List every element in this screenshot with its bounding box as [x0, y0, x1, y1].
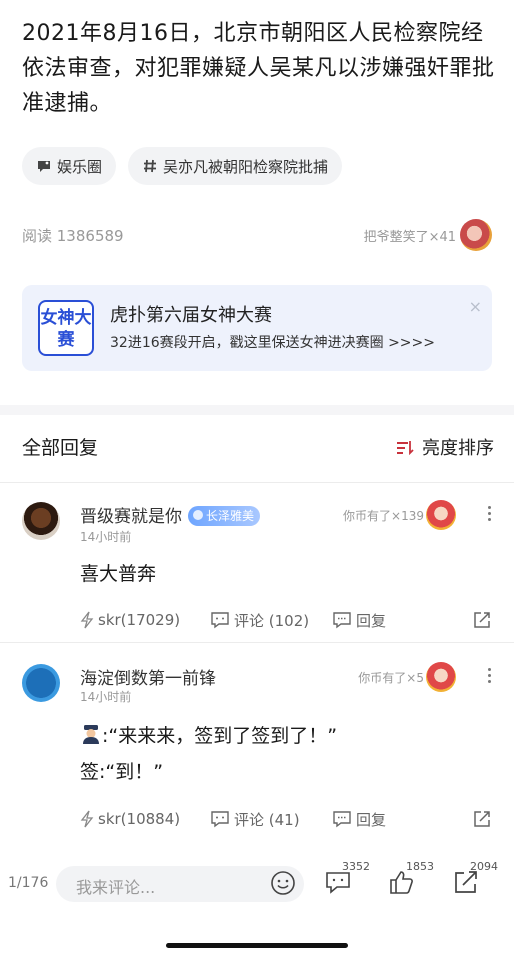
tag-label: 娱乐圈	[57, 157, 103, 176]
comments-icon	[324, 872, 352, 900]
comments-count: 3352	[342, 860, 370, 873]
reply-icon	[332, 810, 352, 828]
share-bottom-button[interactable]: 2094	[452, 860, 498, 900]
chat-bubble-icon	[36, 158, 52, 174]
article-meta: 阅读 1386589 把爷整笑了×41	[22, 219, 492, 251]
badge-label: 长泽雅美	[206, 509, 255, 523]
reply-button[interactable]: 回复	[332, 610, 412, 631]
banner-title: 虎扑第六届女神大赛	[110, 305, 272, 326]
emoji-icon[interactable]	[270, 870, 296, 900]
comment-line: 签:“到！”	[80, 761, 164, 783]
replies-title: 全部回复	[22, 437, 99, 459]
skr-button[interactable]: skr(17029)	[80, 611, 210, 629]
sort-icon	[396, 439, 414, 455]
user-badge: 长泽雅美	[188, 506, 261, 526]
tag-entertainment[interactable]: 娱乐圈	[22, 147, 117, 185]
promo-banner[interactable]: 女神大赛 虎扑第六届女神大赛 32进16赛段开启，戳这里保送女神进决赛圈 >>>…	[22, 285, 492, 371]
avatar[interactable]	[22, 664, 60, 702]
comment-time: 14小时前	[80, 530, 132, 544]
comment-count: 评论 (41)	[234, 810, 300, 829]
contest-logo: 女神大赛	[38, 300, 94, 356]
share-button[interactable]	[472, 809, 496, 829]
section-divider	[0, 405, 514, 415]
comment-reaction[interactable]: 你币有了×5	[358, 662, 456, 692]
comment-button[interactable]: 评论 (41)	[210, 809, 332, 830]
hashtag-icon	[142, 158, 158, 174]
share-button[interactable]	[472, 610, 496, 630]
home-indicator[interactable]	[166, 943, 348, 948]
bottom-bar: 1/176 我来评论... 3352 1853 2094	[0, 860, 514, 910]
police-officer-icon	[83, 725, 99, 744]
comments-button[interactable]: 3352	[324, 860, 370, 900]
reaction-avatar	[426, 662, 456, 692]
replies-header: 全部回复 亮度排序	[22, 433, 494, 460]
reaction-avatar	[426, 500, 456, 530]
likes-count: 1853	[406, 860, 434, 873]
tag-label: 吴亦凡被朝阳检察院批捕	[163, 157, 329, 176]
article-reaction[interactable]: 把爷整笑了×41	[364, 219, 492, 251]
banner-subtitle: 32进16赛段开启，戳这里保送女神进决赛圈 >>>>	[110, 335, 435, 351]
comment-author[interactable]: 晋级赛就是你 长泽雅美	[80, 502, 261, 527]
reply-label: 回复	[356, 611, 387, 630]
reaction-text: 把爷整笑了×41	[363, 229, 456, 245]
skr-button[interactable]: skr(10884)	[80, 810, 210, 828]
comment-placeholder: 我来评论...	[76, 878, 156, 897]
comment-icon	[210, 810, 230, 828]
more-icon[interactable]	[488, 668, 492, 686]
sort-button[interactable]: 亮度排序	[396, 434, 494, 460]
reply-label: 回复	[356, 810, 387, 829]
shares-count: 2094	[470, 860, 498, 873]
lightning-icon	[80, 810, 94, 828]
share-icon	[452, 871, 480, 900]
like-button[interactable]: 1853	[388, 860, 434, 900]
reply-button[interactable]: 回复	[332, 809, 412, 830]
reaction-text: 你币有了×5	[358, 670, 424, 685]
tag-topic[interactable]: 吴亦凡被朝阳检察院批捕	[128, 147, 343, 185]
author-name: 晋级赛就是你	[80, 507, 182, 527]
reply-icon	[332, 611, 352, 629]
share-icon	[472, 610, 492, 630]
comment-body: :“来来来，签到了签到了！” 签:“到！”	[80, 718, 337, 790]
reaction-avatar	[460, 219, 492, 251]
thumbs-up-icon	[388, 871, 416, 900]
sort-label: 亮度排序	[422, 437, 494, 459]
read-count: 阅读 1386589	[22, 226, 124, 245]
skr-count: skr(10884)	[98, 810, 181, 828]
article-text: 2021年8月16日，北京市朝阳区人民检察院经依法审查，对犯罪嫌疑人吴某凡以涉嫌…	[22, 21, 495, 116]
comment-count: 评论 (102)	[234, 611, 310, 630]
share-icon	[472, 809, 492, 829]
comment-input[interactable]: 我来评论...	[56, 866, 304, 902]
comment-actions: skr(17029) 评论 (102) 回复	[80, 608, 496, 632]
comment-body: 喜大普奔	[80, 563, 157, 585]
comment-item: 晋级赛就是你 长泽雅美 14小时前 你币有了×139 喜大普奔 skr(17029…	[0, 482, 514, 642]
page-indicator[interactable]: 1/176	[8, 875, 48, 891]
comment-reaction[interactable]: 你币有了×139	[343, 500, 456, 530]
badge-icon	[193, 510, 203, 520]
lightning-icon	[80, 611, 94, 629]
topic-tags: 娱乐圈 吴亦凡被朝阳检察院批捕	[22, 147, 343, 185]
reaction-text: 你币有了×139	[343, 508, 424, 523]
avatar[interactable]	[22, 502, 60, 540]
more-icon[interactable]	[488, 506, 492, 524]
comment-button[interactable]: 评论 (102)	[210, 610, 332, 631]
comment-author[interactable]: 海淀倒数第一前锋	[80, 664, 216, 689]
comment-time: 14小时前	[80, 690, 132, 704]
comment-actions: skr(10884) 评论 (41) 回复	[80, 807, 496, 831]
comment-icon	[210, 611, 230, 629]
comment-item: 海淀倒数第一前锋 14小时前 你币有了×5 :“来来来，签到了签到了！” 签:“…	[0, 642, 514, 842]
close-icon[interactable]: ×	[469, 297, 482, 316]
comment-line-text: :“来来来，签到了签到了！”	[102, 725, 338, 747]
skr-count: skr(17029)	[98, 611, 181, 629]
comment-line: :“来来来，签到了签到了！”	[80, 718, 337, 754]
